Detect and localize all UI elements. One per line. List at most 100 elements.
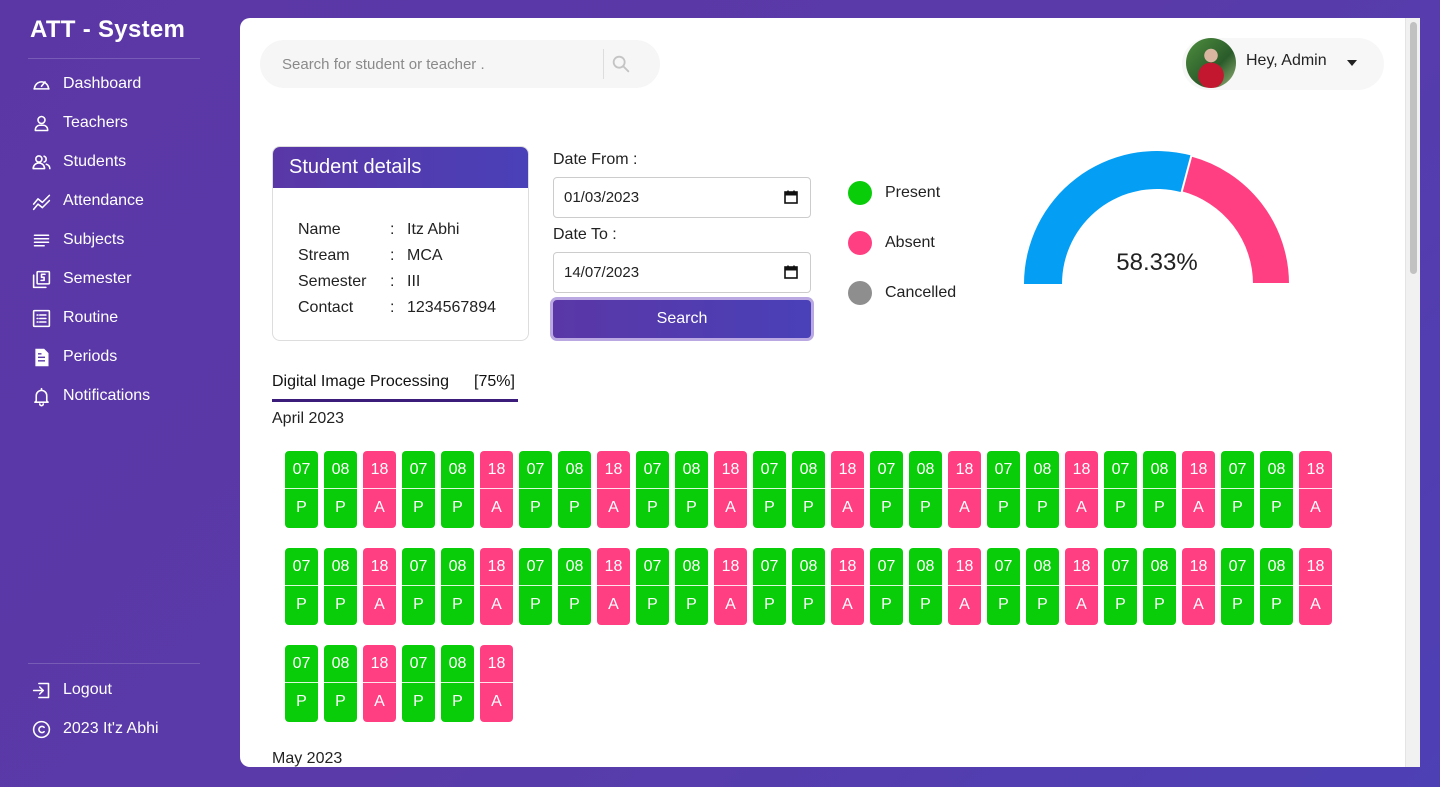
attendance-cell[interactable]: 18 A (1299, 451, 1332, 528)
attendance-status: P (335, 596, 346, 613)
attendance-cell[interactable]: 07 P (519, 548, 552, 625)
scrollbar[interactable] (1405, 18, 1420, 767)
attendance-cell[interactable]: 07 P (402, 548, 435, 625)
attendance-status: A (374, 693, 385, 710)
sidebar-item-teachers[interactable]: Teachers (30, 110, 128, 136)
attendance-date: 07 (1104, 451, 1137, 489)
attendance-cell[interactable]: 18 A (480, 645, 513, 722)
sidebar-item-routine[interactable]: Routine (30, 305, 118, 331)
attendance-cell[interactable]: 18 A (948, 548, 981, 625)
attendance-cell[interactable]: 08 P (441, 645, 474, 722)
sidebar-item-dashboard[interactable]: Dashboard (30, 71, 141, 97)
legend-label: Absent (885, 234, 935, 251)
search-input[interactable] (282, 54, 592, 74)
attendance-cell[interactable]: 18 A (480, 548, 513, 625)
attendance-cell[interactable]: 08 P (558, 548, 591, 625)
scrollbar-thumb[interactable] (1410, 22, 1417, 274)
attendance-date: 07 (285, 645, 318, 683)
calendar-icon[interactable] (783, 264, 799, 280)
attendance-cell[interactable]: 18 A (1182, 548, 1215, 625)
attendance-cell[interactable]: 08 P (441, 451, 474, 528)
attendance-cell[interactable]: 08 P (792, 451, 825, 528)
search-button[interactable]: Search (550, 297, 814, 341)
attendance-cell[interactable]: 08 P (324, 645, 357, 722)
attendance-cell[interactable]: 08 P (1026, 451, 1059, 528)
date-from-input[interactable]: 01/03/2023 (553, 177, 811, 218)
sidebar-item-subjects[interactable]: Subjects (30, 227, 124, 253)
attendance-cell[interactable]: 07 P (285, 645, 318, 722)
search-icon[interactable] (610, 53, 632, 75)
attendance-cell[interactable]: 07 P (1104, 451, 1137, 528)
attendance-cell[interactable]: 18 A (480, 451, 513, 528)
attendance-cell[interactable]: 08 P (792, 548, 825, 625)
attendance-cell[interactable]: 18 A (1299, 548, 1332, 625)
attendance-cell[interactable]: 07 P (870, 451, 903, 528)
sidebar-item-students[interactable]: Students (30, 149, 126, 175)
logout-button[interactable]: Logout (30, 677, 112, 703)
attendance-cell[interactable]: 08 P (675, 451, 708, 528)
sidebar-item-attendance[interactable]: Attendance (30, 188, 144, 214)
sidebar-item-periods[interactable]: Periods (30, 344, 117, 370)
attendance-cell[interactable]: 18 A (597, 548, 630, 625)
attendance-cell[interactable]: 18 A (1065, 451, 1098, 528)
attendance-cell[interactable]: 18 A (831, 451, 864, 528)
attendance-cell[interactable]: 08 P (441, 548, 474, 625)
routine-icon (30, 307, 52, 329)
attendance-date: 07 (753, 548, 786, 586)
attendance-cell[interactable]: 08 P (1260, 548, 1293, 625)
date-from-value: 01/03/2023 (564, 189, 640, 206)
attendance-cell[interactable]: 08 P (558, 451, 591, 528)
attendance-cell[interactable]: 07 P (753, 451, 786, 528)
month-heading: April 2023 (272, 410, 345, 427)
attendance-cell[interactable]: 18 A (1065, 548, 1098, 625)
attendance-cell[interactable]: 07 P (1221, 451, 1254, 528)
attendance-date: 07 (519, 451, 552, 489)
sidebar-item-semester[interactable]: Semester (30, 266, 131, 292)
attendance-cell[interactable]: 07 P (285, 451, 318, 528)
date-to-input[interactable]: 14/07/2023 (553, 252, 811, 293)
calendar-icon[interactable] (783, 189, 799, 205)
tab-digital-image-processing[interactable]: Digital Image Processing [75%] (272, 372, 518, 402)
attendance-cell[interactable]: 18 A (363, 645, 396, 722)
attendance-cell[interactable]: 08 P (909, 548, 942, 625)
attendance-cell[interactable]: 07 P (402, 451, 435, 528)
attendance-cell[interactable]: 18 A (714, 548, 747, 625)
attendance-cell[interactable]: 08 P (324, 548, 357, 625)
attendance-date: 08 (675, 548, 708, 586)
attendance-cell[interactable]: 07 P (1221, 548, 1254, 625)
attendance-cell[interactable]: 18 A (597, 451, 630, 528)
attendance-cell[interactable]: 18 A (831, 548, 864, 625)
attendance-cell[interactable]: 08 P (324, 451, 357, 528)
sidebar-item-notifications[interactable]: Notifications (30, 383, 150, 409)
attendance-status: P (920, 596, 931, 613)
user-menu[interactable]: Hey, Admin (1182, 38, 1384, 90)
attendance-cell[interactable]: 07 P (753, 548, 786, 625)
detail-row: Semester: III (298, 273, 421, 290)
attendance-status: A (1310, 596, 1321, 613)
attendance-cell[interactable]: 07 P (987, 451, 1020, 528)
logout-icon (30, 679, 52, 701)
attendance-cell[interactable]: 18 A (948, 451, 981, 528)
attendance-cell[interactable]: 18 A (363, 548, 396, 625)
attendance-cell[interactable]: 07 P (870, 548, 903, 625)
attendance-cell[interactable]: 07 P (1104, 548, 1137, 625)
attendance-cell[interactable]: 08 P (1143, 548, 1176, 625)
detail-value: 1234567894 (407, 299, 496, 316)
attendance-cell[interactable]: 08 P (1260, 451, 1293, 528)
attendance-cell[interactable]: 18 A (363, 451, 396, 528)
chevron-down-icon[interactable] (1347, 60, 1357, 66)
attendance-cell[interactable]: 18 A (714, 451, 747, 528)
attendance-cell[interactable]: 08 P (1026, 548, 1059, 625)
attendance-date: 18 (948, 548, 981, 586)
attendance-cell[interactable]: 08 P (1143, 451, 1176, 528)
attendance-cell[interactable]: 07 P (285, 548, 318, 625)
attendance-cell[interactable]: 07 P (402, 645, 435, 722)
attendance-cell[interactable]: 08 P (909, 451, 942, 528)
attendance-cell[interactable]: 08 P (675, 548, 708, 625)
attendance-cell[interactable]: 07 P (636, 451, 669, 528)
attendance-cell[interactable]: 07 P (519, 451, 552, 528)
attendance-date: 18 (1299, 451, 1332, 489)
attendance-cell[interactable]: 07 P (636, 548, 669, 625)
attendance-cell[interactable]: 07 P (987, 548, 1020, 625)
attendance-cell[interactable]: 18 A (1182, 451, 1215, 528)
